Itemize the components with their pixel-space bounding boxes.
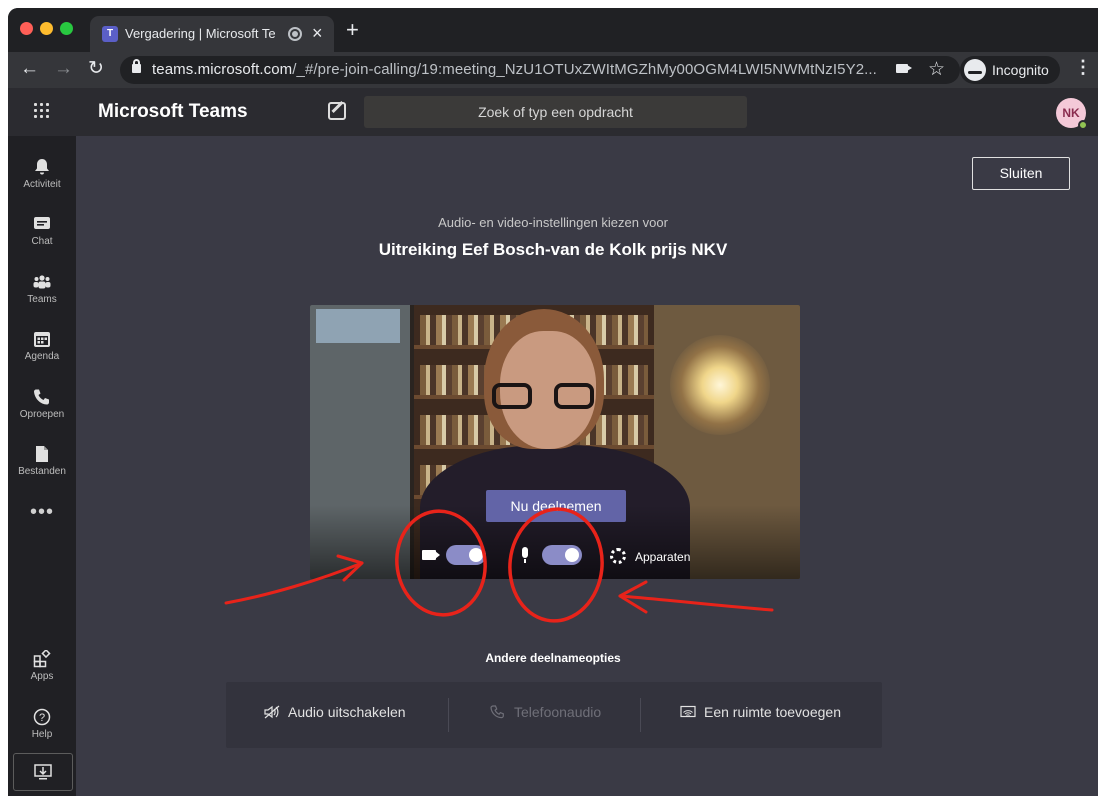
video-lamp bbox=[670, 335, 770, 435]
teams-icon bbox=[33, 275, 51, 289]
divider bbox=[640, 698, 641, 732]
video-glasses bbox=[554, 383, 594, 409]
rail-item-chat[interactable]: Chat bbox=[8, 213, 76, 265]
reload-button[interactable]: ↻ bbox=[88, 58, 104, 80]
files-icon bbox=[36, 446, 48, 462]
browser-toolbar: ← → ↻ teams.microsoft.com/_#/pre-join-ca… bbox=[8, 52, 1098, 88]
maximize-window-button[interactable] bbox=[60, 22, 73, 35]
camera-in-use-icon[interactable] bbox=[896, 64, 912, 73]
svg-text:?: ? bbox=[39, 712, 45, 724]
bell-icon bbox=[35, 159, 49, 175]
other-options-title: Andere deelnameopties bbox=[485, 651, 621, 665]
camera-icon bbox=[422, 550, 440, 560]
teams-header: Microsoft Teams Zoek of typ een opdracht… bbox=[8, 88, 1098, 136]
prejoin-stage: Sluiten Audio- en video-instellingen kie… bbox=[76, 136, 1098, 796]
bookmark-star-icon[interactable]: ☆ bbox=[928, 58, 945, 81]
rail-label: Help bbox=[31, 729, 53, 740]
video-window bbox=[316, 309, 400, 343]
phone-audio-label: Telefoonaudio bbox=[514, 704, 602, 720]
more-apps-icon[interactable]: ••• bbox=[8, 501, 76, 524]
rail-item-files[interactable]: Bestanden bbox=[8, 443, 76, 495]
phone-audio-option[interactable]: Telefoonaudio bbox=[490, 704, 601, 720]
add-room-option[interactable]: Een ruimte toevoegen bbox=[680, 704, 841, 720]
new-chat-icon[interactable] bbox=[328, 102, 346, 120]
rail-item-apps[interactable]: Apps bbox=[8, 648, 76, 700]
other-options-bar: Audio uitschakelen Telefoonaudio Een rui… bbox=[226, 682, 882, 748]
lock-icon[interactable] bbox=[132, 59, 141, 73]
calendar-icon bbox=[34, 332, 50, 347]
rail-item-activity[interactable]: Activiteit bbox=[8, 156, 76, 208]
rail-item-calls[interactable]: Oproepen bbox=[8, 386, 76, 438]
rail-label: Teams bbox=[27, 294, 57, 305]
teams-favicon-icon: T bbox=[102, 26, 118, 42]
join-now-button[interactable]: Nu deelnemen bbox=[486, 490, 626, 522]
search-placeholder: Zoek of typ een opdracht bbox=[478, 104, 633, 120]
add-room-label: Een ruimte toevoegen bbox=[704, 704, 841, 720]
address-bar[interactable]: teams.microsoft.com/_#/pre-join-calling/… bbox=[120, 56, 960, 84]
video-glasses bbox=[492, 383, 532, 409]
url-text: teams.microsoft.com/_#/pre-join-calling/… bbox=[152, 61, 892, 78]
rail-item-help[interactable]: ? Help bbox=[8, 706, 76, 758]
download-icon bbox=[34, 764, 52, 780]
tab-strip: T Vergadering | Microsoft Te × + bbox=[8, 8, 1098, 52]
rail-label: Chat bbox=[31, 236, 53, 247]
rail-label: Agenda bbox=[24, 351, 60, 362]
browser-window: T Vergadering | Microsoft Te × + ← → ↻ t… bbox=[8, 8, 1098, 796]
close-button[interactable]: Sluiten bbox=[972, 157, 1070, 190]
recording-indicator-icon bbox=[288, 27, 302, 41]
speaker-off-icon bbox=[264, 705, 280, 719]
audio-off-option[interactable]: Audio uitschakelen bbox=[264, 704, 406, 720]
app-name: Microsoft Teams bbox=[98, 101, 248, 122]
forward-button[interactable]: → bbox=[54, 58, 73, 80]
gear-icon[interactable] bbox=[610, 548, 626, 564]
rail-label: Oproepen bbox=[19, 409, 65, 420]
url-host: teams.microsoft.com bbox=[152, 61, 293, 78]
video-preview: Nu deelnemen Apparaten bbox=[310, 305, 800, 579]
app-launcher-icon[interactable] bbox=[34, 103, 50, 119]
microphone-toggle[interactable] bbox=[542, 545, 582, 565]
phone-icon bbox=[34, 389, 49, 405]
incognito-label: Incognito bbox=[992, 62, 1049, 78]
room-cast-icon bbox=[680, 705, 696, 718]
devices-button[interactable]: Apparaten bbox=[635, 550, 690, 564]
rail-label: Bestanden bbox=[18, 466, 66, 477]
prejoin-subtitle: Audio- en video-instellingen kiezen voor bbox=[438, 215, 668, 230]
incognito-badge[interactable]: Incognito bbox=[960, 56, 1060, 84]
rail-item-agenda[interactable]: Agenda bbox=[8, 328, 76, 380]
tab-title: Vergadering | Microsoft Te bbox=[125, 26, 276, 41]
meeting-title: Uitreiking Eef Bosch-van de Kolk prijs N… bbox=[378, 240, 728, 259]
microphone-icon bbox=[522, 547, 528, 563]
rail-item-teams[interactable]: Teams bbox=[8, 271, 76, 323]
apps-icon bbox=[33, 650, 51, 668]
close-window-button[interactable] bbox=[20, 22, 33, 35]
new-tab-button[interactable]: + bbox=[346, 19, 359, 41]
browser-menu-button[interactable]: ⋮ bbox=[1074, 57, 1092, 78]
back-button[interactable]: ← bbox=[20, 58, 39, 80]
help-icon: ? bbox=[33, 708, 51, 726]
browser-tab[interactable]: T Vergadering | Microsoft Te × bbox=[90, 16, 334, 52]
search-input[interactable]: Zoek of typ een opdracht bbox=[364, 96, 747, 128]
audio-off-label: Audio uitschakelen bbox=[288, 704, 406, 720]
tab-close-button[interactable]: × bbox=[312, 23, 323, 43]
incognito-icon bbox=[964, 59, 986, 81]
presence-status-icon bbox=[1078, 120, 1088, 130]
url-path: /_#/pre-join-calling/19:meeting_NzU1OTUx… bbox=[292, 61, 877, 78]
download-app-button[interactable] bbox=[13, 753, 73, 791]
phone-icon bbox=[490, 705, 504, 719]
app-rail: Activiteit Chat Teams Agenda Oproepen Be… bbox=[8, 136, 76, 796]
rail-label: Activiteit bbox=[23, 179, 61, 190]
divider bbox=[448, 698, 449, 732]
rail-label: Apps bbox=[30, 671, 54, 682]
chat-icon bbox=[34, 217, 50, 229]
minimize-window-button[interactable] bbox=[40, 22, 53, 35]
camera-toggle[interactable] bbox=[446, 545, 486, 565]
